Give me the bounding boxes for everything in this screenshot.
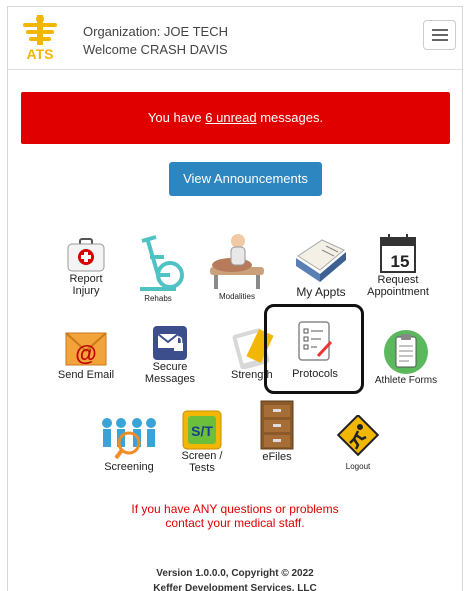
- view-announcements-button[interactable]: View Announcements: [169, 162, 322, 196]
- screening-tile[interactable]: Screening: [94, 415, 164, 473]
- version-footer: Version 1.0.0.0, Copyright © 2022 Keffer…: [8, 566, 462, 591]
- request-appointment-label-line2: Appointment: [367, 286, 429, 298]
- open-book-icon: [296, 239, 346, 282]
- modalities-label: Modalities: [218, 292, 255, 301]
- athlete-forms-label: Athlete Forms: [374, 375, 438, 386]
- first-aid-kit-icon: [67, 238, 105, 272]
- secure-messages-label-line2: Messages: [144, 373, 196, 385]
- send-email-label: Send Email: [57, 369, 115, 381]
- file-cabinet-icon: [260, 400, 294, 450]
- exercise-bike-icon: [140, 235, 184, 291]
- org-info: Organization: JOE TECH Welcome CRASH DAV…: [83, 23, 228, 59]
- hamburger-icon: [432, 29, 448, 31]
- secure-messages-tile[interactable]: Secure Messages: [138, 325, 202, 385]
- svg-text:@: @: [75, 341, 96, 366]
- report-injury-label-line2: Injury: [72, 285, 100, 297]
- email-at-icon: @: [65, 332, 107, 366]
- question-line-1: If you have ANY questions or problems: [131, 502, 339, 516]
- unread-messages-alert: You have 6 unread messages.: [21, 92, 450, 144]
- screen-tests-icon: S/T: [182, 410, 222, 450]
- svg-text:15: 15: [391, 252, 410, 271]
- request-appointment-label: Request: [377, 274, 419, 286]
- my-appts-tile[interactable]: My Appts: [290, 238, 352, 298]
- my-appts-label: My Appts: [296, 285, 346, 299]
- version-copyright: Version 1.0.0.0, Copyright © 2022: [156, 568, 314, 579]
- organization-label: Organization: JOE TECH: [83, 24, 228, 39]
- rehabs-tile[interactable]: Rehabs: [126, 231, 190, 305]
- alert-suffix: messages.: [256, 110, 324, 125]
- app-frame: ATS Organization: JOE TECH Welcome CRASH…: [7, 6, 463, 591]
- report-injury-tile[interactable]: Report Injury: [56, 237, 116, 297]
- protocols-highlight-box: [264, 304, 364, 394]
- send-email-tile[interactable]: @ Send Email: [52, 329, 120, 381]
- efiles-tile[interactable]: eFiles: [252, 399, 302, 463]
- exit-sign-icon: [336, 415, 380, 457]
- report-injury-label: Report: [69, 273, 103, 285]
- screening-label: Screening: [104, 461, 154, 473]
- hamburger-icon-bar: [432, 34, 448, 36]
- rehabs-label: Rehabs: [144, 294, 172, 303]
- question-line-2: contact your medical staff.: [165, 516, 305, 530]
- logout-tile[interactable]: Logout: [328, 415, 388, 473]
- hamburger-icon-bar: [432, 39, 448, 41]
- header: ATS Organization: JOE TECH Welcome CRASH…: [8, 7, 462, 70]
- massage-therapy-icon: [210, 234, 264, 289]
- request-appointment-tile[interactable]: 15 Request Appointment: [360, 232, 436, 298]
- modalities-tile[interactable]: Modalities: [204, 229, 270, 303]
- svg-text:S/T: S/T: [191, 423, 213, 439]
- athlete-forms-tile[interactable]: Athlete Forms: [368, 329, 444, 387]
- svg-text:ATS: ATS: [27, 46, 54, 61]
- ats-logo[interactable]: ATS: [20, 15, 60, 62]
- people-screening-icon: [102, 418, 156, 460]
- efiles-label: eFiles: [262, 451, 292, 463]
- secure-mail-icon: [153, 326, 187, 360]
- welcome-label: Welcome CRASH DAVIS: [83, 42, 228, 57]
- logout-label: Logout: [345, 462, 371, 471]
- secure-messages-label: Secure: [152, 361, 188, 373]
- contact-staff-message: If you have ANY questions or problems co…: [8, 502, 462, 530]
- screen-tests-tile[interactable]: S/T Screen / Tests: [174, 410, 230, 474]
- forms-clipboard-icon: [384, 330, 428, 374]
- calendar-icon: 15: [380, 234, 416, 273]
- hamburger-menu-button[interactable]: [423, 20, 456, 50]
- unread-messages-link[interactable]: 6 unread: [205, 110, 256, 125]
- alert-prefix: You have: [147, 110, 206, 125]
- screen-tests-label-line2: Tests: [189, 462, 215, 474]
- screen-tests-label: Screen /: [181, 450, 223, 462]
